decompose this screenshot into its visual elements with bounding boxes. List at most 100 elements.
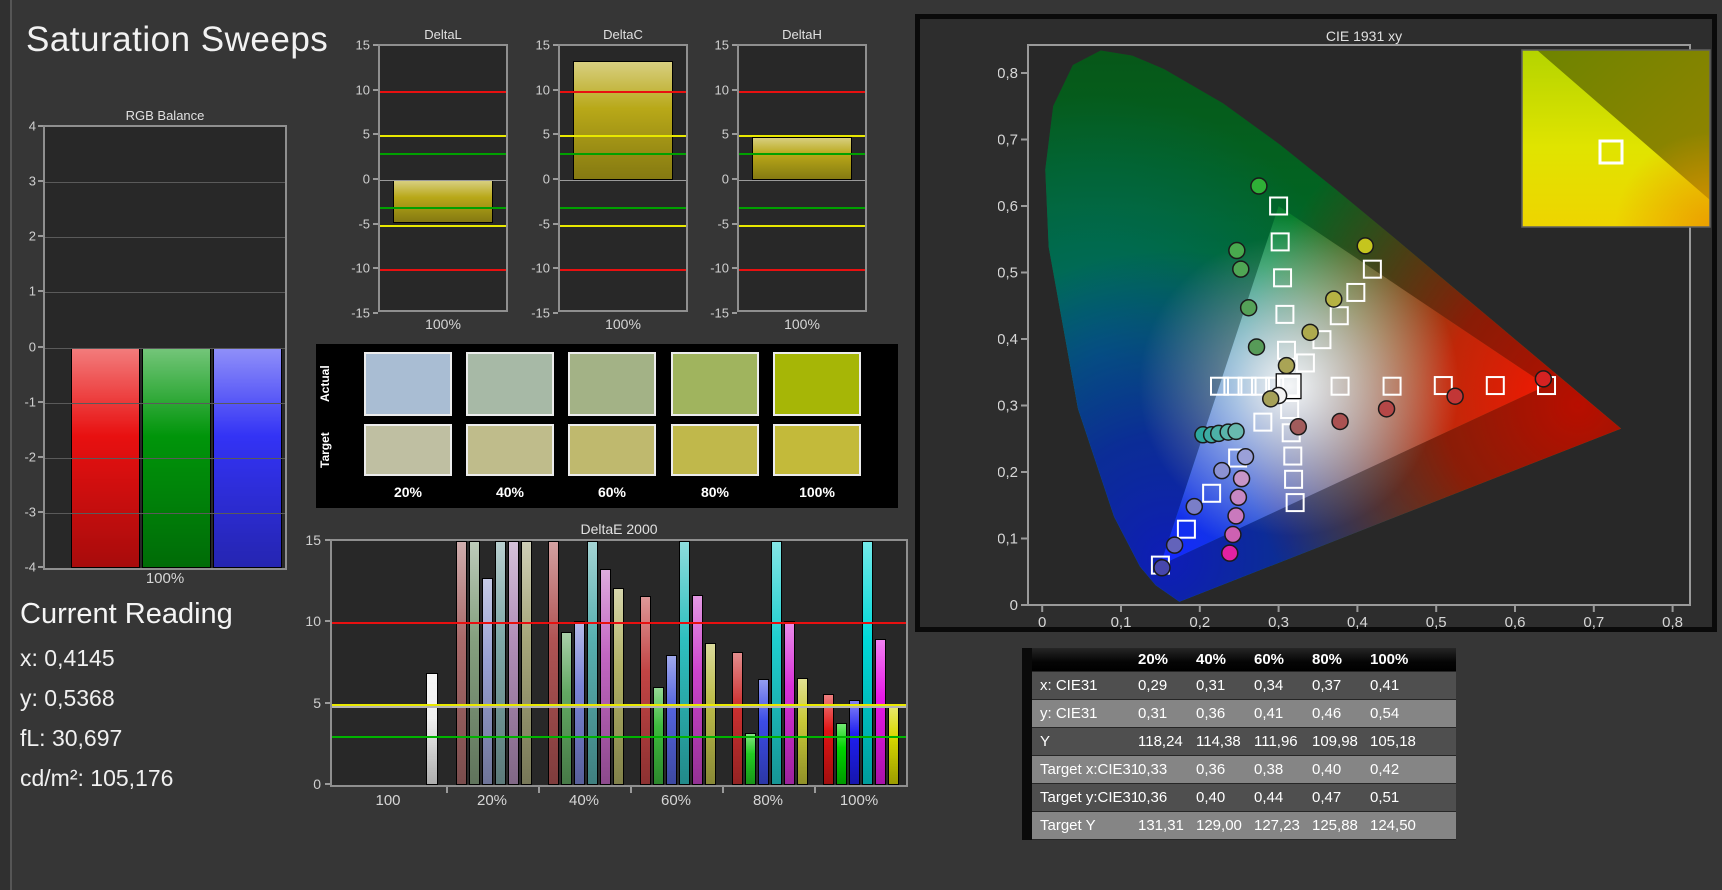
deltae-x-tick [630,787,632,793]
deltae-bar [679,541,690,785]
deltae-bar [758,679,769,785]
rgb-gridline [45,457,285,459]
deltae-bar [613,588,624,785]
calibration-dashboard: Saturation Sweeps RGB Balance 4 3 2 1 0 -1 -2-… [0,0,1722,890]
cie-x-tick-label: 0,8 [1662,614,1683,631]
table-cell: 0,40 [1196,789,1226,806]
rgb-tick-label: 2 [28,228,36,244]
swatch-actual-80% [671,352,759,416]
cie-x-tick-label: 0,7 [1583,614,1604,631]
ref-line [560,206,686,209]
deltae-bar [456,541,467,785]
delta-chart-title: DeltaL [424,27,462,42]
table-row-label: Target x:CIE31 [1040,761,1140,778]
delta-tick-label: -5 [717,216,729,232]
swatch-row-label-actual: Actual [318,365,332,403]
deltae-bar [666,654,677,785]
cie-measured-point [1227,507,1245,525]
table-cell: 129,00 [1196,817,1242,834]
cie-x-tick-label: 0,6 [1505,614,1526,631]
delta-tick-mark [553,222,558,225]
cie-y-tick-label: 0,1 [998,531,1018,548]
rgb-tick-mark [38,400,43,403]
delta-tick-mark [553,267,558,270]
ref-line [560,224,686,227]
deltae-bar [482,578,493,785]
deltae-bar [888,703,899,785]
rgb-balance-chart[interactable] [43,125,287,570]
deltae-bar [771,541,782,785]
table-row: x: CIE31 0,29 0,31 0,34 0,37 0,41 [1032,672,1456,700]
delta-bar [752,137,852,180]
deltae-ref-line [332,622,906,625]
delta-chart-deltac[interactable] [558,44,688,312]
delta-tick-label: 0 [362,171,370,187]
deltae-y-tick-label: 5 [313,694,321,711]
table-cell: 131,31 [1138,817,1184,834]
deltae-y-tick [325,539,330,541]
ref-line [380,90,506,93]
cie-measured-point [1220,544,1239,562]
reading-y: y: 0,5368 [20,685,115,711]
delta-chart-deltah[interactable] [737,44,867,312]
ref-line [380,224,506,227]
measurement-table[interactable]: 20% 40% 60% 80% 100% x: CIE31 0,29 0,31 0,34 0,37… [1022,648,1456,840]
deltae-y-tick-label: 10 [305,613,321,630]
table-cell: 0,34 [1254,677,1284,694]
deltae-bar [875,638,886,785]
rgb-gridline [45,347,285,349]
deltae-y-tick-label: 0 [313,776,321,792]
cie-1931-panel[interactable]: CIE 1931 xy 0 0,1 0,2 0,3 0,4 0,5 0,6 0,7 0,8 0 0,… [915,14,1717,632]
cie-measured-point [1228,241,1246,260]
deltae-title: DeltaE 2000 [580,521,658,537]
delta-tick-label: 5 [721,126,729,142]
ref-line [380,153,506,156]
ref-line [739,269,865,272]
delta-zero-line [739,180,865,181]
delta-tick-label: 15 [535,37,550,53]
deltae-y-tick [325,783,330,785]
table-row-label: x: CIE31 [1040,677,1098,694]
deltae-x-label: 40% [568,792,600,809]
delta-tick-label: 10 [535,82,550,98]
color-checker-panel[interactable]: Actual Target 20% 40% 60% 80% 100% [316,344,898,508]
cie-measured-point [1232,260,1250,278]
deltae-bar [836,723,847,785]
swatch-target-80% [671,424,759,476]
table-cell: 0,31 [1138,705,1168,722]
deltae-bar [469,541,480,785]
ref-line [560,269,686,272]
deltae-chart[interactable] [330,539,908,787]
deltae-y-tick [325,620,330,623]
cie-measured-point [1153,559,1171,577]
deltae-bar [508,541,519,785]
delta-tick-label: -5 [538,216,550,232]
deltae-bar [548,541,559,785]
table-cell: 127,23 [1254,817,1300,834]
cie-measured-point [1165,536,1184,554]
delta-tick-mark [373,133,378,136]
rgb-tick-mark [38,566,43,568]
swatch-actual-100% [773,352,861,416]
swatch-target-20% [364,424,452,476]
table-cell: 0,29 [1138,677,1168,694]
table-row: y: CIE31 0,31 0,36 0,41 0,46 0,54 [1032,700,1456,728]
delta-tick-label: -10 [351,260,370,276]
rgb-gridline [45,512,285,514]
table-row-label: Target Y [1040,817,1096,834]
delta-tick-label: -10 [710,260,729,276]
delta-tick-label: 15 [355,37,370,53]
table-cell: 0,37 [1312,677,1342,694]
left-edge-divider [0,0,12,890]
table-row: Target y:CIE31 0,36 0,40 0,44 0,47 0,51 [1032,784,1456,812]
ref-line [380,135,506,138]
delta-tick-mark [373,312,378,314]
table-header-cell: 80% [1312,651,1343,668]
deltae-bar [849,700,860,785]
deltae-bar [561,632,572,785]
cie-y-tick-label: 0,6 [998,198,1018,215]
deltae-bar [745,732,756,785]
delta-chart-deltal[interactable] [378,44,508,312]
table-cell: 0,33 [1138,761,1168,778]
table-row-label: Target y:CIE31 [1040,789,1140,806]
